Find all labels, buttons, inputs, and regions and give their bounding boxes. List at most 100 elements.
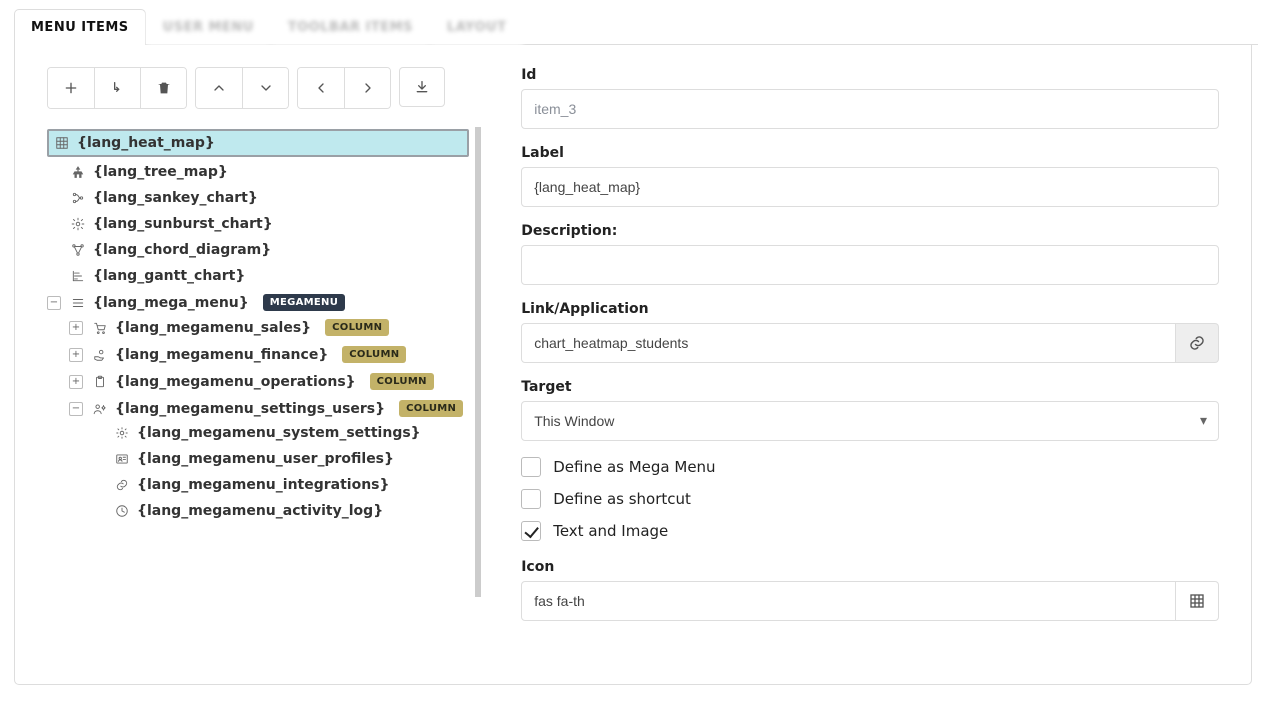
tree-item-label: {lang_megamenu_finance} bbox=[115, 347, 328, 363]
description-label: Description: bbox=[521, 223, 1219, 239]
gantt-icon bbox=[71, 269, 85, 283]
check-label: Text and Image bbox=[553, 522, 668, 540]
tree-item-mm-user-profiles[interactable]: {lang_megamenu_user_profiles} bbox=[91, 446, 469, 472]
chevron-down-icon bbox=[258, 80, 274, 96]
tree-item-label: {lang_sunburst_chart} bbox=[93, 216, 273, 232]
check-text-image[interactable]: Text and Image bbox=[521, 521, 1219, 541]
tree-item-sunburst[interactable]: {lang_sunburst_chart} bbox=[47, 211, 469, 237]
icon-preview bbox=[1176, 581, 1219, 621]
tree-item-heat-map[interactable]: {lang_heat_map} bbox=[47, 127, 469, 159]
properties-form: Id Label Description: Link/Application bbox=[521, 67, 1219, 637]
collapse-toggle[interactable]: − bbox=[69, 402, 83, 416]
tree: {lang_heat_map} {lang_tree_map} {lang_sa… bbox=[47, 127, 481, 597]
tree-item-mm-settings-users[interactable]: − {lang_megamenu_settings_users} COLUMN bbox=[69, 395, 469, 526]
tree-item-mm-operations[interactable]: + {lang_megamenu_operations} COLUMN bbox=[69, 368, 469, 395]
link-input[interactable] bbox=[521, 323, 1176, 363]
check-define-megamenu[interactable]: Define as Mega Menu bbox=[521, 457, 1219, 477]
plus-icon bbox=[63, 80, 79, 96]
checkbox[interactable] bbox=[521, 521, 541, 541]
indent-button[interactable] bbox=[94, 68, 140, 108]
move-down-button[interactable] bbox=[242, 68, 288, 108]
delete-button[interactable] bbox=[140, 68, 186, 108]
badge-megamenu: MEGAMENU bbox=[263, 294, 345, 311]
grid-icon bbox=[1189, 593, 1205, 609]
list-icon bbox=[71, 296, 85, 310]
link-picker-button[interactable] bbox=[1176, 323, 1219, 363]
tree-item-chord[interactable]: {lang_chord_diagram} bbox=[47, 237, 469, 263]
users-gear-icon bbox=[93, 402, 107, 416]
chevron-right-icon bbox=[360, 80, 376, 96]
gear-icon bbox=[115, 426, 129, 440]
move-left-button[interactable] bbox=[298, 68, 344, 108]
tree-item-label: {lang_chord_diagram} bbox=[93, 242, 271, 258]
badge-column: COLUMN bbox=[342, 346, 406, 363]
id-card-icon bbox=[115, 452, 129, 466]
id-input[interactable] bbox=[521, 89, 1219, 129]
expand-toggle[interactable]: + bbox=[69, 348, 83, 362]
icon-input[interactable] bbox=[521, 581, 1176, 621]
gear-icon bbox=[71, 217, 85, 231]
tree-item-mm-sales[interactable]: + {lang_megamenu_sales} COLUMN bbox=[69, 314, 469, 341]
icon-label: Icon bbox=[521, 559, 1219, 575]
expand-toggle[interactable]: + bbox=[69, 321, 83, 335]
id-label: Id bbox=[521, 67, 1219, 83]
target-select[interactable] bbox=[521, 401, 1219, 441]
description-input[interactable] bbox=[521, 245, 1219, 285]
import-button[interactable] bbox=[399, 67, 445, 107]
tree-item-mega-menu[interactable]: − {lang_mega_menu} MEGAMENU + bbox=[47, 289, 469, 528]
tree-item-tree-map[interactable]: {lang_tree_map} bbox=[47, 159, 469, 185]
tree-item-mm-system-settings[interactable]: {lang_megamenu_system_settings} bbox=[91, 420, 469, 446]
tab-menu-items[interactable]: MENU ITEMS bbox=[14, 9, 146, 45]
tree-item-label: {lang_megamenu_sales} bbox=[115, 320, 311, 336]
cart-icon bbox=[93, 321, 107, 335]
label-label: Label bbox=[521, 145, 1219, 161]
check-label: Define as Mega Menu bbox=[553, 458, 715, 476]
tree-item-mm-activity-log[interactable]: {lang_megamenu_activity_log} bbox=[91, 498, 469, 524]
indent-icon bbox=[110, 80, 126, 96]
tree-toolbar bbox=[47, 67, 481, 109]
label-input[interactable] bbox=[521, 167, 1219, 207]
tree-item-label: {lang_megamenu_activity_log} bbox=[137, 503, 383, 519]
move-right-button[interactable] bbox=[344, 68, 390, 108]
tree-item-mm-finance[interactable]: + {lang_megamenu_finance} COLUMN bbox=[69, 341, 469, 368]
tree-item-label: {lang_mega_menu} bbox=[93, 295, 249, 311]
target-label: Target bbox=[521, 379, 1219, 395]
check-label: Define as shortcut bbox=[553, 490, 691, 508]
expand-toggle[interactable]: + bbox=[69, 375, 83, 389]
tree-item-label: {lang_megamenu_settings_users} bbox=[115, 401, 385, 417]
tree-item-label: {lang_megamenu_operations} bbox=[115, 374, 356, 390]
link-label: Link/Application bbox=[521, 301, 1219, 317]
tree-item-label: {lang_gantt_chart} bbox=[93, 268, 245, 284]
checkbox[interactable] bbox=[521, 489, 541, 509]
tabs: MENU ITEMS USER MENU TOOLBAR ITEMS LAYOU… bbox=[14, 8, 1258, 45]
checkbox[interactable] bbox=[521, 457, 541, 477]
tree-item-mm-integrations[interactable]: {lang_megamenu_integrations} bbox=[91, 472, 469, 498]
tree-item-label: {lang_megamenu_integrations} bbox=[137, 477, 389, 493]
chevron-left-icon bbox=[313, 80, 329, 96]
tab-layout[interactable]: LAYOUT bbox=[430, 9, 524, 45]
tree-item-gantt[interactable]: {lang_gantt_chart} bbox=[47, 263, 469, 289]
badge-column: COLUMN bbox=[370, 373, 434, 390]
hand-coin-icon bbox=[93, 348, 107, 362]
tree-item-label: {lang_sankey_chart} bbox=[93, 190, 258, 206]
tab-toolbar-items[interactable]: TOOLBAR ITEMS bbox=[271, 9, 430, 45]
tree-item-label: {lang_megamenu_user_profiles} bbox=[137, 451, 394, 467]
download-icon bbox=[414, 79, 430, 95]
check-define-shortcut[interactable]: Define as shortcut bbox=[521, 489, 1219, 509]
tree-item-label: {lang_heat_map} bbox=[77, 135, 215, 151]
tree-item-label: {lang_tree_map} bbox=[93, 164, 228, 180]
tree-item-sankey[interactable]: {lang_sankey_chart} bbox=[47, 185, 469, 211]
collapse-toggle[interactable]: − bbox=[47, 296, 61, 310]
clipboard-icon bbox=[93, 375, 107, 389]
link-icon bbox=[1188, 334, 1206, 352]
tree-item-label: {lang_megamenu_system_settings} bbox=[137, 425, 421, 441]
add-button[interactable] bbox=[48, 68, 94, 108]
panel: {lang_heat_map} {lang_tree_map} {lang_sa… bbox=[14, 45, 1252, 685]
grid-icon bbox=[55, 136, 69, 150]
move-up-button[interactable] bbox=[196, 68, 242, 108]
badge-column: COLUMN bbox=[325, 319, 389, 336]
tab-user-menu[interactable]: USER MENU bbox=[146, 9, 271, 45]
tree-icon bbox=[71, 165, 85, 179]
chevron-up-icon bbox=[211, 80, 227, 96]
link-icon bbox=[115, 478, 129, 492]
